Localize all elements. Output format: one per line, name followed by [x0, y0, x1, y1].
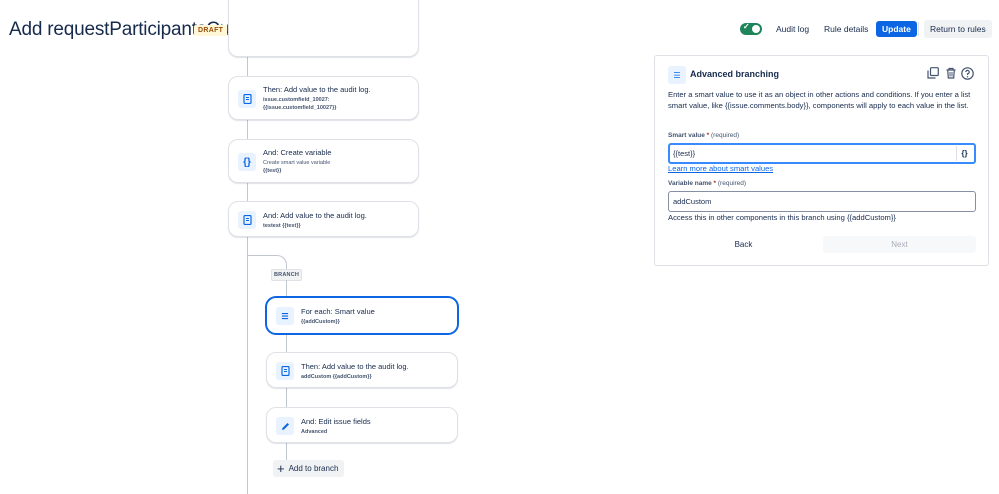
trash-icon[interactable] — [944, 67, 957, 80]
card-detail: Advanced — [301, 429, 328, 435]
flow-connector — [247, 0, 248, 494]
back-button[interactable]: Back — [668, 236, 819, 253]
header-divider — [918, 22, 919, 36]
flow-card-audit-log[interactable]: Then: Add value to the audit log. issue.… — [228, 76, 419, 120]
card-title: And: Create variable — [263, 148, 332, 157]
variable-name-label: Variable name * (required) — [668, 180, 747, 187]
card-detail: Create smart value variable — [263, 160, 331, 166]
rule-details-button[interactable]: Rule details — [818, 19, 874, 39]
braces-icon: {} — [238, 153, 256, 171]
variable-name-input[interactable]: addCustom — [668, 191, 976, 212]
advanced-branching-panel: ☰ Advanced branching Enter a smart value… — [654, 55, 989, 266]
learn-more-link[interactable]: Learn more about smart values — [668, 164, 773, 173]
card-title: And: Add value to the audit log. — [263, 211, 367, 220]
check-icon: ✓ — [743, 22, 750, 31]
update-button[interactable]: Update — [876, 21, 917, 37]
list-icon: ☰ — [668, 66, 686, 84]
list-icon: ☰ — [276, 307, 294, 325]
rule-enabled-toggle[interactable]: ✓ — [740, 22, 762, 35]
panel-description: Enter a smart value to use it as an obje… — [668, 90, 971, 110]
card-title: For each: Smart value — [301, 307, 375, 316]
status-badge: DRAFT — [194, 25, 228, 36]
card-title: And: Edit issue fields — [301, 417, 371, 426]
flow-card-audit-log[interactable]: Then: Add value to the audit log. addCus… — [266, 352, 458, 388]
document-icon — [238, 211, 256, 229]
flow-card-edit-issue[interactable]: And: Edit issue fields Advanced — [266, 407, 458, 443]
smart-value-text: {{test}} — [673, 149, 696, 158]
pencil-icon — [276, 417, 294, 435]
add-to-branch-label: Add to branch — [288, 464, 339, 473]
toggle-knob — [752, 25, 760, 33]
plus-icon: + — [277, 461, 285, 476]
flow-card-create-variable[interactable]: {} And: Create variable Create smart val… — [228, 139, 419, 183]
document-icon — [276, 362, 294, 380]
branch-connector — [247, 255, 287, 269]
smart-value-input[interactable]: {{test}} {} — [668, 143, 976, 164]
flow-card-audit-log[interactable]: And: Add value to the audit log. testest… — [228, 201, 419, 237]
card-title: Then: Add value to the audit log. — [263, 85, 371, 94]
card-detail: {{test}} — [263, 168, 282, 174]
audit-log-button[interactable]: Audit log — [770, 19, 815, 39]
card-detail: {{addCustom}} — [301, 319, 340, 325]
panel-title: Advanced branching — [690, 69, 780, 79]
flow-card-for-each[interactable]: ☰ For each: Smart value {{addCustom}} — [266, 297, 458, 334]
card-detail: testest {{test}} — [263, 223, 301, 229]
variable-help-text: Access this in other components in this … — [668, 213, 896, 222]
card-detail: {{issue.customfield_10027}} — [263, 105, 337, 111]
help-icon[interactable] — [961, 67, 974, 80]
document-icon — [238, 90, 256, 108]
card-detail: addCustom {{addCustom}} — [301, 374, 372, 380]
return-to-rules-button[interactable]: Return to rules — [924, 20, 992, 38]
flow-card-partial[interactable] — [228, 0, 419, 57]
smart-value-picker-button[interactable]: {} — [956, 146, 972, 161]
add-to-branch-button[interactable]: + Add to branch — [273, 460, 345, 477]
duplicate-icon[interactable] — [926, 67, 939, 80]
smart-value-label: Smart value * (required) — [668, 132, 740, 139]
next-button[interactable]: Next — [823, 236, 976, 253]
card-detail: issue.customfield_10027: — [263, 97, 330, 103]
card-title: Then: Add value to the audit log. — [301, 362, 409, 371]
